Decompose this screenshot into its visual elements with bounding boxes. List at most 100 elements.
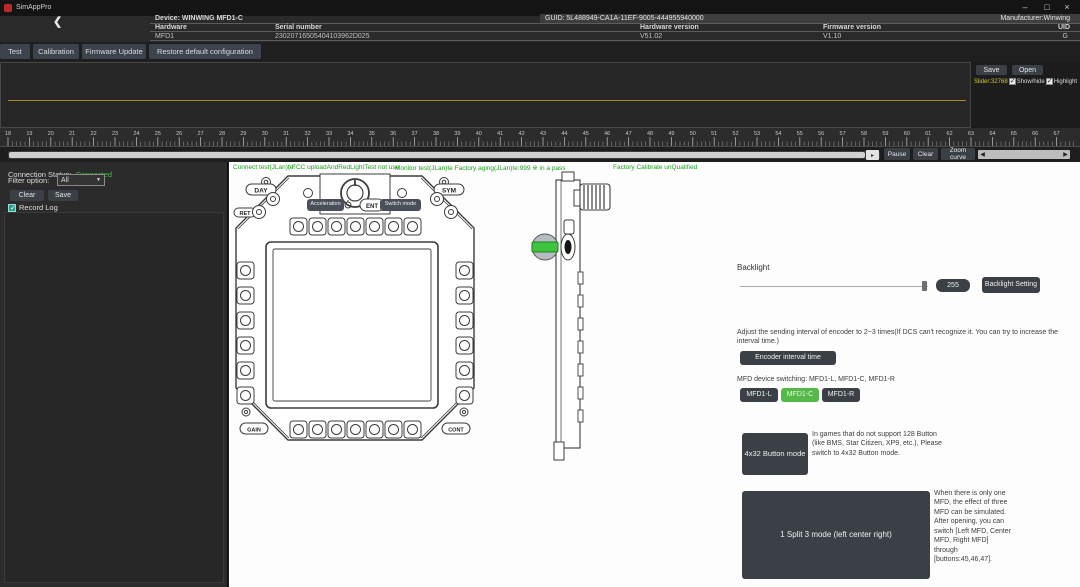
mfd1-l-button[interactable]: MFD1-L <box>740 388 778 402</box>
svg-text:19: 19 <box>26 131 32 137</box>
chart-hscrollbar-handle[interactable]: ▸ <box>866 150 879 160</box>
button-mode-4x32[interactable]: 4x32 Button mode <box>742 433 808 475</box>
chevron-down-icon: ▼ <box>96 177 101 183</box>
mfd-switch-label: MFD device switching: MFD1-L, MFD1-C, MF… <box>737 375 895 384</box>
label-sym: SYM <box>442 188 456 195</box>
log-clear-button[interactable]: Clear <box>10 190 44 201</box>
fwver-label: Firmware version <box>823 24 881 31</box>
header-divider <box>150 40 1080 41</box>
switch-mode-button[interactable]: Switch mode <box>380 199 421 211</box>
label-cont: CONT <box>448 428 464 434</box>
back-button[interactable]: ❮ <box>53 15 62 28</box>
label-ret: RET <box>240 211 252 217</box>
svg-text:28: 28 <box>219 131 225 137</box>
main-content: Connect test(JLan)te: ( FCC uploadAndRed… <box>229 162 1080 587</box>
chart-hscrollbar[interactable]: ▸ <box>8 151 880 159</box>
svg-text:21: 21 <box>69 131 75 137</box>
filter-option-select[interactable]: All ▼ <box>57 174 105 186</box>
minimize-button[interactable]: – <box>1018 2 1032 12</box>
device-guid: GUID: 5L488949-CA1A-11EF-9005-4449559400… <box>545 15 704 22</box>
encoder-knob-highlight[interactable] <box>532 234 558 260</box>
fwver-value: V1.10 <box>823 33 841 40</box>
svg-text:33: 33 <box>326 131 332 137</box>
svg-text:41: 41 <box>497 131 503 137</box>
split-3-mode-desc: When there is only one MFD, the effect o… <box>934 489 1012 565</box>
svg-text:36: 36 <box>390 131 396 137</box>
pause-button[interactable]: Pause <box>884 148 910 160</box>
mfd-side-view <box>528 168 616 464</box>
svg-text:22: 22 <box>91 131 97 137</box>
mfd1-r-button[interactable]: MFD1-R <box>822 388 860 402</box>
svg-text:45: 45 <box>583 131 589 137</box>
status-factory-calibrate: Factory Calibrate unQualified <box>613 164 697 171</box>
split-3-mode-button[interactable]: 1 Split 3 mode (left center right) <box>742 491 930 579</box>
svg-text:51: 51 <box>711 131 717 137</box>
svg-text:24: 24 <box>133 131 139 137</box>
device-header: ❮ Device: WINWING MFD1-C GUID: 5L488949-… <box>0 16 1080 42</box>
backlight-setting-button[interactable]: Backlight Setting <box>982 277 1040 293</box>
log-save-button[interactable]: Save <box>48 190 78 201</box>
mfd-front-view: DAY SYM RET ENT <box>232 172 478 444</box>
curve-chart-panel <box>0 62 1080 128</box>
show-hide-checkbox[interactable] <box>1009 78 1016 85</box>
tab-calibration[interactable]: Calibration <box>33 44 79 59</box>
svg-text:50: 50 <box>690 131 696 137</box>
curve-save-button[interactable]: Save <box>976 65 1007 75</box>
svg-text:63: 63 <box>968 131 974 137</box>
mfd1-c-button[interactable]: MFD1-C <box>781 388 819 402</box>
svg-text:46: 46 <box>604 131 610 137</box>
slider-legend-label: Slider:32768 <box>974 79 1008 85</box>
app-window: SimAppPro – □ × ❮ Device: WINWING MFD1-C… <box>0 0 1080 587</box>
chart-hscrollbar-thumb[interactable] <box>9 152 865 158</box>
svg-text:35: 35 <box>369 131 375 137</box>
label-gain: GAIN <box>247 428 261 434</box>
svg-text:60: 60 <box>904 131 910 137</box>
svg-text:43: 43 <box>540 131 546 137</box>
svg-text:37: 37 <box>412 131 418 137</box>
zoom-curve-button[interactable]: Zoom curve <box>941 148 975 160</box>
chart-side-panel: Save Open Slider:32768Show/hideHighlight <box>970 62 1080 128</box>
curve-line <box>8 100 966 101</box>
svg-text:40: 40 <box>476 131 482 137</box>
svg-text:66: 66 <box>1032 131 1038 137</box>
curve-legend: Slider:32768Show/hideHighlight <box>974 78 1077 85</box>
close-button[interactable]: × <box>1060 2 1074 12</box>
svg-text:27: 27 <box>198 131 204 137</box>
svg-text:58: 58 <box>861 131 867 137</box>
svg-text:49: 49 <box>668 131 674 137</box>
svg-text:62: 62 <box>947 131 953 137</box>
zoom-scrollbar[interactable]: ◀ ▶ <box>978 150 1070 159</box>
encoder-interval-button[interactable]: Encoder interval time <box>740 351 836 365</box>
chart-scroll-row: ▸ Pause Clear Zoom curve ◀ ▶ <box>0 147 1080 162</box>
log-list-panel[interactable] <box>4 212 224 583</box>
svg-text:30: 30 <box>262 131 268 137</box>
backlight-slider-thumb[interactable] <box>922 281 927 291</box>
maximize-button[interactable]: □ <box>1040 2 1054 12</box>
svg-text:44: 44 <box>561 131 567 137</box>
tab-restore-default[interactable]: Restore default configuration <box>149 44 261 59</box>
backlight-slider[interactable] <box>740 286 928 287</box>
svg-text:20: 20 <box>48 131 54 137</box>
svg-text:32: 32 <box>305 131 311 137</box>
zoom-scroll-right-icon[interactable]: ▶ <box>1061 150 1070 159</box>
tab-test[interactable]: Test <box>0 44 30 59</box>
tab-firmware-update[interactable]: Firmware Update <box>82 44 146 59</box>
svg-text:57: 57 <box>840 131 846 137</box>
svg-text:39: 39 <box>454 131 460 137</box>
curve-open-button[interactable]: Open <box>1012 65 1043 75</box>
hardware-value: MFD1 <box>155 33 174 40</box>
svg-text:59: 59 <box>882 131 888 137</box>
svg-text:25: 25 <box>155 131 161 137</box>
svg-text:64: 64 <box>989 131 995 137</box>
encoder-interval-text: Adjust the sending interval of encoder t… <box>737 328 1059 347</box>
acceleration-button[interactable]: Acceleration <box>307 199 344 211</box>
header-divider <box>150 31 1080 32</box>
zoom-scroll-left-icon[interactable]: ◀ <box>978 150 987 159</box>
record-log-checkbox[interactable] <box>8 204 16 212</box>
highlight-label: Highlight <box>1054 79 1077 85</box>
clear-curve-button[interactable]: Clear <box>913 148 938 160</box>
highlight-checkbox[interactable] <box>1046 78 1053 85</box>
svg-text:56: 56 <box>818 131 824 137</box>
svg-text:53: 53 <box>754 131 760 137</box>
svg-text:52: 52 <box>733 131 739 137</box>
